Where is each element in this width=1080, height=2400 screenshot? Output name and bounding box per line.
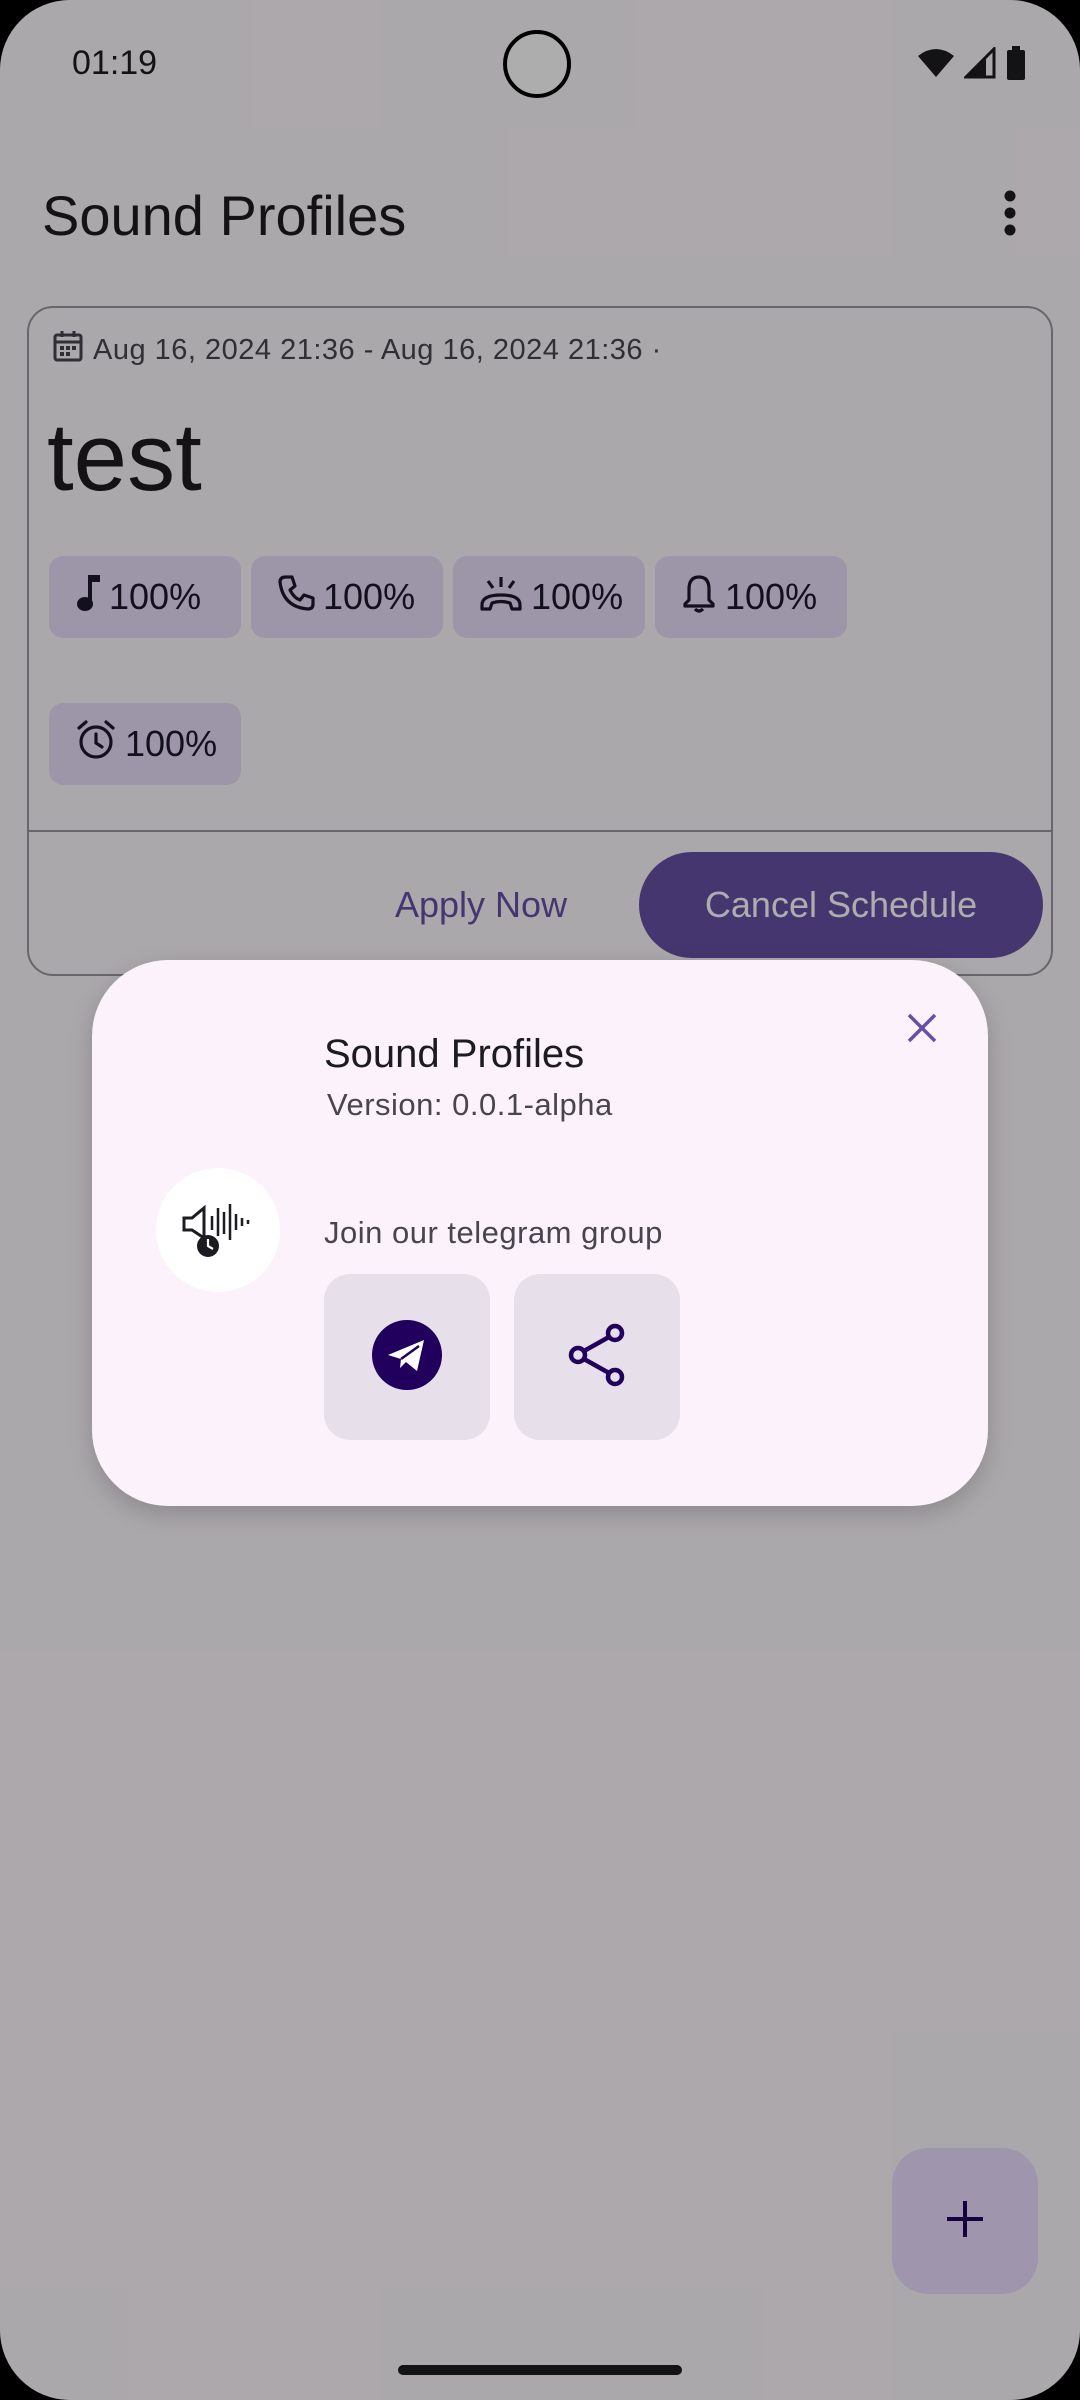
close-icon	[906, 1012, 938, 1049]
share-icon	[567, 1323, 627, 1392]
telegram-button[interactable]	[324, 1274, 490, 1440]
app-logo	[156, 1168, 280, 1292]
about-dialog: Sound Profiles Version: 0.0.1-alpha Join…	[92, 960, 988, 1506]
close-dialog-button[interactable]	[892, 1000, 952, 1060]
dialog-version: Version: 0.0.1-alpha	[327, 1087, 613, 1122]
dialog-app-title: Sound Profiles	[324, 1032, 585, 1076]
join-telegram-text: Join our telegram group	[324, 1215, 663, 1250]
share-button[interactable]	[514, 1274, 680, 1440]
telegram-icon	[371, 1319, 443, 1396]
screen: 01:19 Sound Profiles Aug 16, 2024 21:36 …	[0, 0, 1080, 2400]
